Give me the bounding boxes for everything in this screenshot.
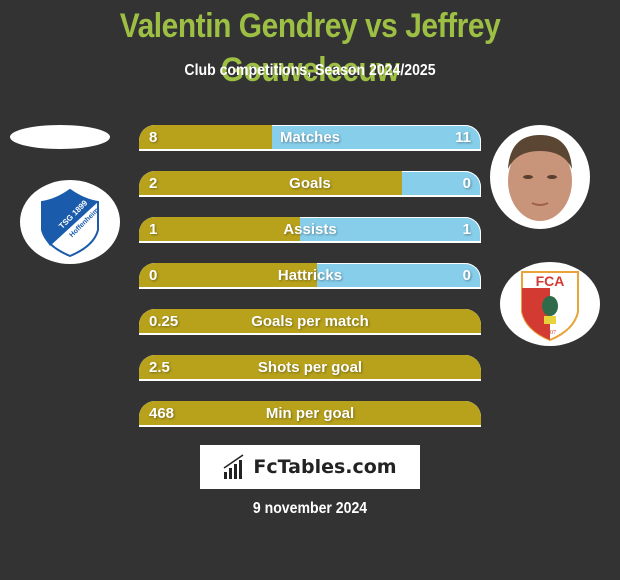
right-value: 11	[455, 129, 471, 146]
bar-underline	[139, 287, 481, 289]
player-left-photo-placeholder	[10, 125, 110, 149]
stat-label: Goals	[289, 175, 331, 192]
stat-label: Hattricks	[277, 267, 343, 284]
stat-label: Goals per match	[251, 313, 369, 330]
stat-label: Assists	[283, 221, 337, 238]
report-date: 9 november 2024	[252, 500, 368, 517]
bar-underline	[139, 333, 481, 335]
bar-underline	[139, 425, 481, 427]
bar-matches: 8 Matches 11	[139, 125, 481, 151]
player-right-photo	[490, 125, 590, 229]
fc-augsburg-logo: FCA 1907	[500, 262, 600, 346]
bar-assists: 1 Assists 1	[139, 217, 481, 243]
fctables-brand-banner[interactable]: FcTables.com	[200, 445, 420, 489]
right-value: 0	[462, 267, 471, 284]
bar-min-per-goal: 468 Min per goal	[139, 401, 481, 427]
svg-text:1907: 1907	[544, 330, 556, 336]
stat-label: Matches	[279, 129, 341, 146]
bar-goals: 2 Goals 0	[139, 171, 481, 197]
right-value: 0	[462, 175, 471, 192]
bar-underline	[139, 195, 481, 197]
bar-shots-per-goal: 2.5 Shots per goal	[139, 355, 481, 381]
bar-underline	[139, 149, 481, 151]
bar-underline	[139, 241, 481, 243]
tsg-hoffenheim-logo: TSG 1899 Hoffenheim	[20, 180, 120, 264]
right-value: 1	[462, 221, 471, 238]
bar-underline	[139, 379, 481, 381]
stat-label: Min per goal	[265, 405, 355, 422]
svg-text:FCA: FCA	[536, 273, 565, 289]
bar-hattricks: 0 Hattricks 0	[139, 263, 481, 289]
bar-goals-per-match: 0.25 Goals per match	[139, 309, 481, 335]
page-subtitle: Club competitions, Season 2024/2025	[184, 62, 436, 79]
stat-label: Shots per goal	[257, 359, 363, 376]
bar-chart-icon	[223, 454, 244, 479]
brand-name: FcTables.com	[253, 456, 397, 478]
